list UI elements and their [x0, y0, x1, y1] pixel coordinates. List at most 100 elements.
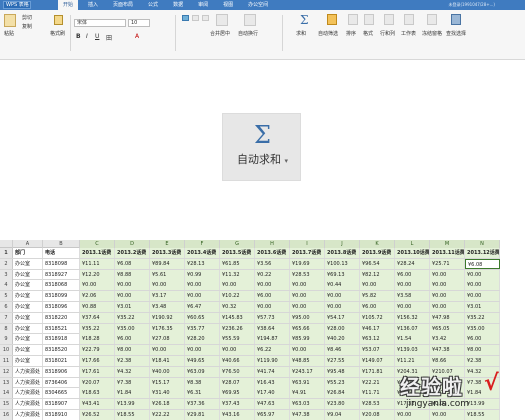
table-cell[interactable]: ¥0.00 — [465, 269, 500, 280]
table-cell[interactable]: ¥55.23 — [325, 377, 360, 388]
row-number[interactable]: 5 — [0, 291, 13, 302]
table-cell[interactable]: ¥35.77 — [185, 323, 220, 334]
table-cell[interactable]: ¥6.31 — [185, 388, 220, 399]
table-cell[interactable]: 人力资源处 — [13, 366, 43, 377]
row-number[interactable]: 14 — [0, 388, 13, 399]
worksheet-button[interactable]: 工作表 — [401, 31, 416, 37]
table-cell[interactable]: ¥10.22 — [220, 291, 255, 302]
table-cell[interactable]: 8304665 — [43, 388, 80, 399]
table-cell[interactable]: 2013.1话费 — [80, 248, 115, 258]
table-cell[interactable]: ¥28.00 — [325, 323, 360, 334]
table-cell[interactable]: 2013.6话费 — [255, 248, 290, 258]
freeze-panes-button[interactable]: 冻结窗格 — [422, 31, 442, 37]
table-cell[interactable]: ¥3.01 — [465, 301, 500, 312]
filter-icon[interactable] — [327, 14, 337, 25]
column-header[interactable]: G — [220, 240, 255, 248]
paste-button[interactable]: 粘贴 — [4, 31, 14, 37]
table-cell[interactable]: ¥69.13 — [325, 269, 360, 280]
table-cell[interactable]: ¥171.81 — [360, 366, 395, 377]
table-cell[interactable]: ¥28.53 — [290, 269, 325, 280]
table-cell[interactable]: ¥6.00 — [360, 301, 395, 312]
table-cell[interactable]: 8318096 — [43, 301, 80, 312]
table-cell[interactable]: ¥53.07 — [360, 345, 395, 356]
table-cell[interactable]: ¥3.58 — [395, 291, 430, 302]
table-cell[interactable]: ¥11.32 — [220, 269, 255, 280]
table-cell[interactable]: ¥190.92 — [150, 312, 185, 323]
menu-tab[interactable]: 办公空间 — [243, 0, 273, 10]
table-cell[interactable]: ¥11.21 — [395, 355, 430, 366]
table-cell[interactable]: ¥22.22 — [150, 409, 185, 420]
table-cell[interactable]: ¥0.00 — [325, 301, 360, 312]
table-cell[interactable]: 电话 — [43, 248, 80, 258]
table-cell[interactable]: ¥43.41 — [80, 399, 115, 410]
row-number[interactable]: 12 — [0, 366, 13, 377]
wps-logo[interactable]: WPS 表格 — [3, 1, 31, 9]
column-header[interactable]: H — [255, 240, 290, 248]
table-cell[interactable]: 8318521 — [43, 323, 80, 334]
table-cell[interactable]: ¥48.85 — [290, 355, 325, 366]
format-painter-button[interactable]: 格式刷 — [50, 31, 65, 37]
table-cell[interactable]: 8318927 — [43, 269, 80, 280]
table-cell[interactable]: ¥26.52 — [80, 409, 115, 420]
row-number[interactable]: 6 — [0, 301, 13, 312]
table-cell[interactable]: ¥6.00 — [115, 334, 150, 345]
table-cell[interactable]: 2013.12话费 — [465, 248, 500, 258]
table-cell[interactable]: 办公室 — [13, 323, 43, 334]
table-cell[interactable]: ¥8.46 — [325, 345, 360, 356]
table-cell[interactable]: 人力资源处 — [13, 388, 43, 399]
table-cell[interactable]: ¥63.12 — [360, 334, 395, 345]
table-cell[interactable]: ¥40.66 — [220, 355, 255, 366]
table-cell[interactable]: ¥0.00 — [80, 280, 115, 291]
table-cell[interactable]: 2013.8话费 — [325, 248, 360, 258]
autosum-sigma-icon[interactable]: Σ — [300, 13, 308, 27]
align-center-icon[interactable] — [192, 15, 199, 21]
table-cell[interactable]: 办公室 — [13, 345, 43, 356]
table-cell[interactable]: ¥63.03 — [290, 399, 325, 410]
table-cell[interactable]: ¥37.43 — [220, 399, 255, 410]
table-cell[interactable]: ¥0.99 — [185, 269, 220, 280]
autofilter-button[interactable]: 自动筛选 — [318, 31, 338, 37]
table-cell[interactable]: ¥17.40 — [255, 388, 290, 399]
column-header[interactable]: J — [325, 240, 360, 248]
table-cell[interactable]: ¥35.22 — [115, 312, 150, 323]
table-cell[interactable]: ¥11.71 — [360, 388, 395, 399]
table-cell[interactable]: ¥0.00 — [430, 269, 465, 280]
table-cell[interactable]: 2013.4话费 — [185, 248, 220, 258]
table-cell[interactable]: ¥26.18 — [150, 399, 185, 410]
row-number[interactable]: 11 — [0, 355, 13, 366]
column-header[interactable]: E — [150, 240, 185, 248]
find-icon[interactable] — [451, 14, 461, 25]
table-cell[interactable]: ¥27.55 — [325, 355, 360, 366]
table-cell[interactable]: ¥0.00 — [255, 280, 290, 291]
table-cell[interactable]: ¥22.21 — [360, 377, 395, 388]
table-cell[interactable]: ¥15.17 — [150, 377, 185, 388]
table-cell[interactable]: ¥47.63 — [255, 399, 290, 410]
table-cell[interactable]: ¥3.48 — [150, 301, 185, 312]
table-cell[interactable]: ¥0.44 — [325, 280, 360, 291]
table-cell[interactable]: ¥6.47 — [185, 301, 220, 312]
table-cell[interactable]: ¥28.07 — [220, 377, 255, 388]
table-cell[interactable]: ¥0.00 — [115, 280, 150, 291]
table-cell[interactable]: 办公室 — [13, 291, 43, 302]
table-cell[interactable]: ¥65.05 — [430, 323, 465, 334]
row-number[interactable]: 8 — [0, 323, 13, 334]
table-cell[interactable]: 8318220 — [43, 312, 80, 323]
table-cell[interactable]: ¥0.00 — [185, 280, 220, 291]
table-cell[interactable]: ¥96.54 — [360, 258, 395, 269]
table-cell[interactable]: ¥40.20 — [325, 334, 360, 345]
table-cell[interactable]: ¥0.00 — [465, 291, 500, 302]
table-cell[interactable]: ¥49.65 — [185, 355, 220, 366]
column-header[interactable]: A — [13, 240, 43, 248]
column-header[interactable]: D — [115, 240, 150, 248]
table-cell[interactable]: 8318907 — [43, 399, 80, 410]
table-cell[interactable]: ¥6.22 — [255, 345, 290, 356]
table-cell[interactable]: ¥6.00 — [255, 291, 290, 302]
font-color-button[interactable]: A — [135, 33, 139, 40]
merge-center-icon[interactable] — [216, 14, 228, 26]
table-cell[interactable]: ¥0.00 — [150, 280, 185, 291]
row-number[interactable]: 9 — [0, 334, 13, 345]
table-cell[interactable]: 办公室 — [13, 269, 43, 280]
table-cell[interactable]: ¥40.00 — [150, 366, 185, 377]
table-cell[interactable]: ¥65.66 — [290, 323, 325, 334]
column-header[interactable]: K — [360, 240, 395, 248]
